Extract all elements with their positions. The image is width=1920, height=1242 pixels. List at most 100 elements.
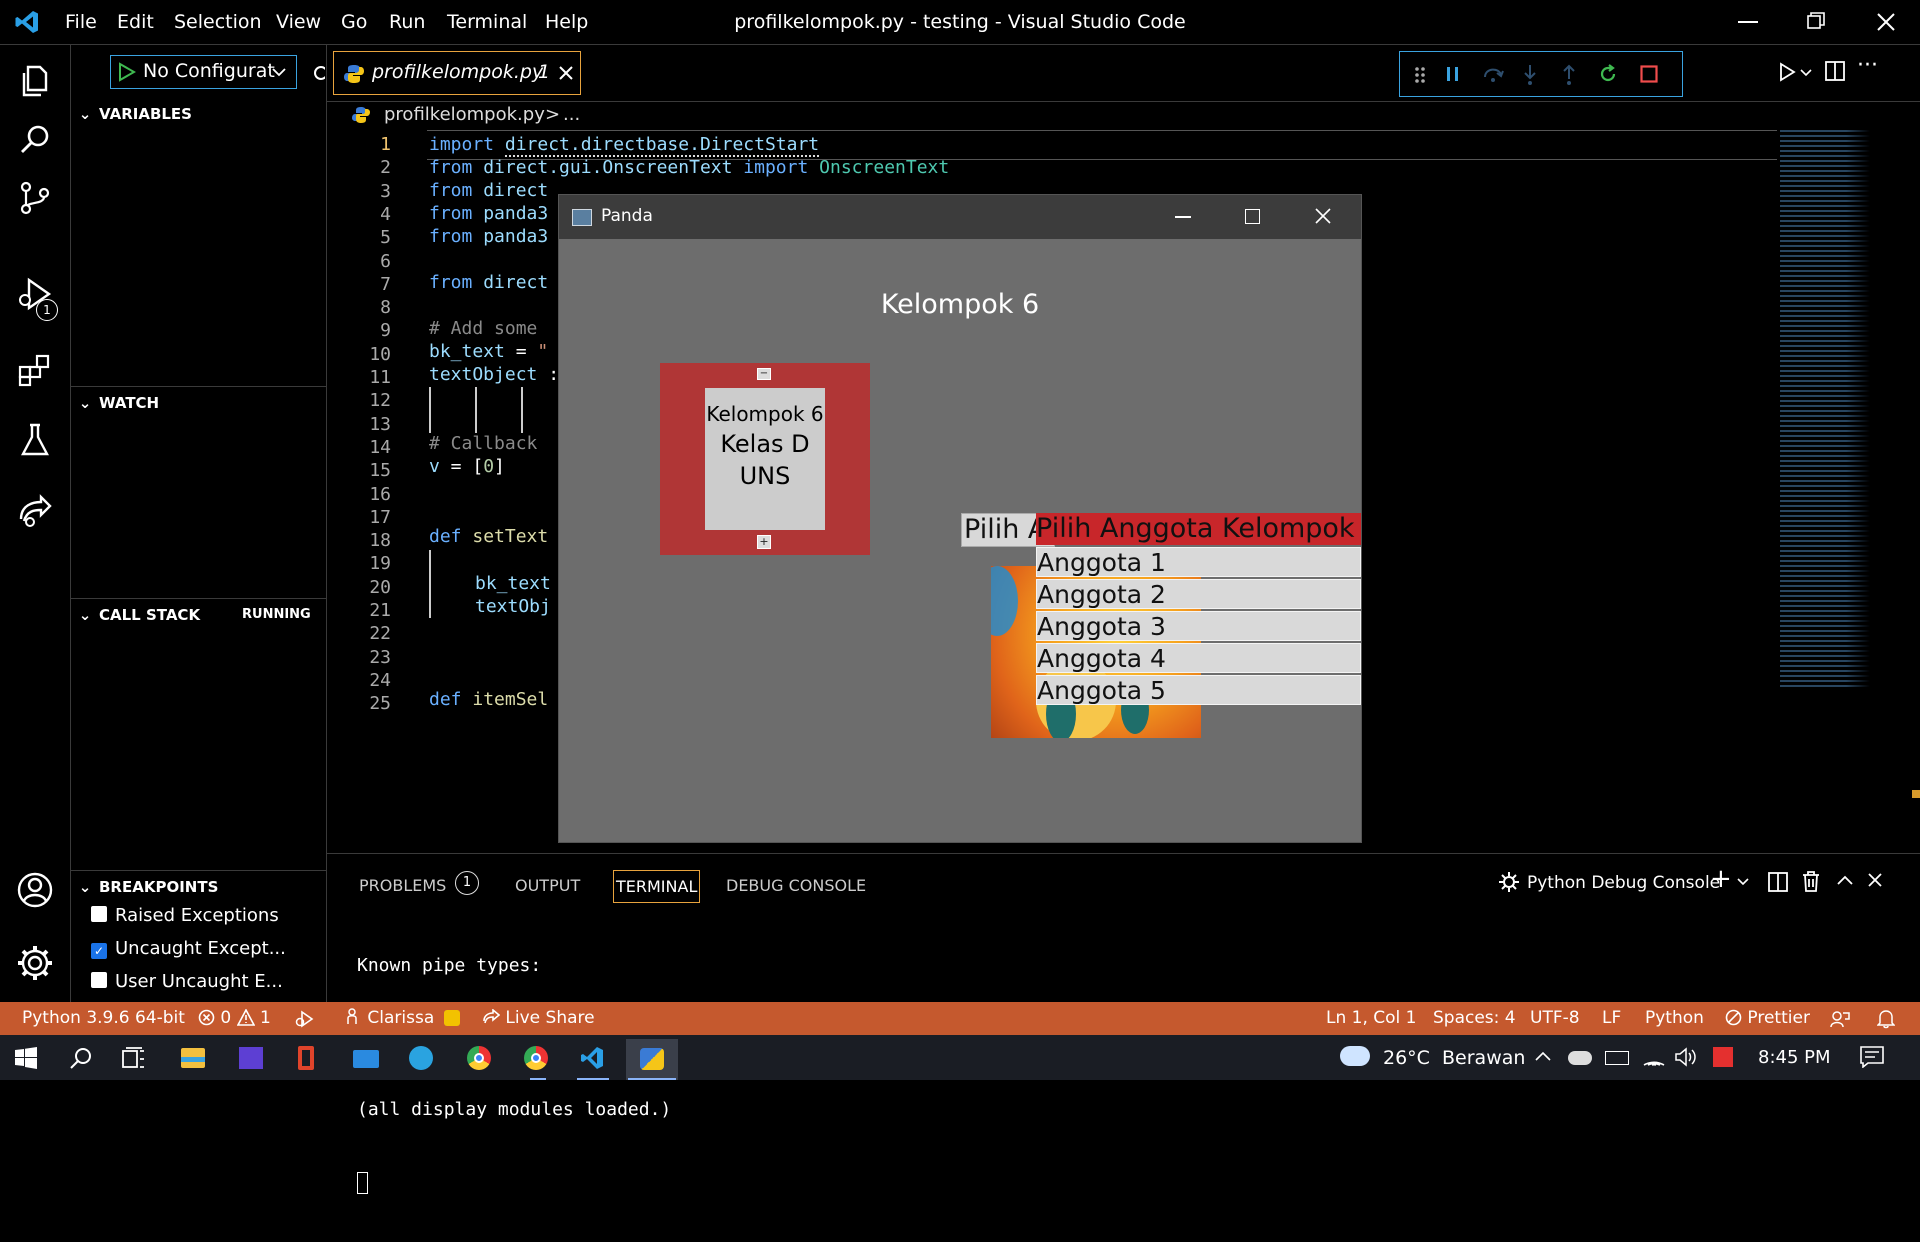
- run-file-icon[interactable]: [1778, 62, 1796, 82]
- checkbox[interactable]: [91, 906, 107, 922]
- tab-debug-console[interactable]: DEBUG CONSOLE: [726, 876, 866, 895]
- checkbox-checked[interactable]: ✓: [91, 943, 107, 959]
- chrome-icon[interactable]: [467, 1046, 491, 1070]
- panda-title-bar[interactable]: Panda: [559, 195, 1361, 239]
- minimize-icon[interactable]: [1738, 21, 1758, 23]
- explorer-icon[interactable]: [15, 61, 55, 101]
- source-control-icon[interactable]: [15, 178, 55, 218]
- menu-edit[interactable]: Edit: [117, 0, 154, 44]
- callstack-section[interactable]: ⌄ CALL STACK RUNNING: [71, 598, 326, 632]
- trash-icon[interactable]: [1802, 871, 1820, 892]
- extensions-icon[interactable]: [15, 350, 55, 390]
- scroll-up-button[interactable]: −: [757, 368, 771, 380]
- breakpoint-item[interactable]: Raised Exceptions: [91, 905, 279, 933]
- variables-section[interactable]: ⌄ VARIABLES: [71, 97, 326, 131]
- accounts-icon[interactable]: [15, 870, 55, 910]
- terminal-selector[interactable]: Python Debug Console: [1527, 873, 1720, 893]
- task-view-icon[interactable]: [122, 1047, 146, 1069]
- step-out-icon[interactable]: [1561, 64, 1577, 86]
- maximize-panel-icon[interactable]: [1837, 875, 1853, 885]
- user-status[interactable]: Clarissa: [346, 1002, 460, 1035]
- step-into-icon[interactable]: [1522, 64, 1538, 86]
- stop-icon[interactable]: [1640, 65, 1658, 83]
- office-icon[interactable]: [298, 1046, 314, 1070]
- tab-output[interactable]: OUTPUT: [515, 876, 580, 895]
- more-actions-icon[interactable]: ···: [1857, 53, 1878, 78]
- debug-run-status-icon[interactable]: [294, 1010, 314, 1028]
- scrollbar-marker[interactable]: [1912, 790, 1920, 798]
- tab-terminal[interactable]: TERMINAL: [613, 870, 701, 903]
- chevron-down-icon[interactable]: [1737, 878, 1749, 886]
- indentation[interactable]: Spaces: 4: [1433, 1002, 1516, 1035]
- feedback-icon[interactable]: [1830, 1010, 1850, 1028]
- volume-icon[interactable]: [1675, 1047, 1697, 1067]
- menu-view[interactable]: View: [276, 0, 321, 44]
- menu-option[interactable]: Anggota 4: [1036, 643, 1361, 673]
- breakpoints-section[interactable]: ⌄ BREAKPOINTS: [71, 870, 326, 904]
- minimap[interactable]: [1780, 130, 1900, 690]
- menu-go[interactable]: Go: [341, 0, 367, 44]
- battery-icon[interactable]: [1605, 1051, 1629, 1065]
- panda-window[interactable]: Panda Kelompok 6 − Kelompok 6 Kelas D UN…: [559, 195, 1361, 842]
- app-visual-studio-icon[interactable]: [239, 1047, 263, 1069]
- menu-terminal[interactable]: Terminal: [447, 0, 527, 44]
- end-of-line[interactable]: LF: [1602, 1002, 1621, 1035]
- mail-icon[interactable]: [353, 1050, 379, 1068]
- menu-option[interactable]: Anggota 2: [1036, 579, 1361, 609]
- close-icon[interactable]: [1876, 12, 1896, 32]
- breadcrumb-more[interactable]: ...: [563, 104, 580, 125]
- breakpoint-item[interactable]: User Uncaught E...: [91, 971, 283, 999]
- notifications-icon[interactable]: [1860, 1046, 1884, 1068]
- panda-maximize-icon[interactable]: [1245, 209, 1260, 224]
- checkbox[interactable]: [91, 972, 107, 988]
- step-over-icon[interactable]: [1482, 65, 1504, 83]
- onedrive-icon[interactable]: [1568, 1051, 1592, 1065]
- debug-settings-gear-icon[interactable]: [311, 63, 325, 81]
- problems-status[interactable]: 0 1: [198, 1002, 271, 1035]
- option-menu-popup[interactable]: Pilih Anggota Kelompok Anggota 1 Anggota …: [1036, 513, 1361, 705]
- option-menu-header[interactable]: Pilih Anggota Kelompok: [1036, 513, 1361, 545]
- encoding[interactable]: UTF-8: [1530, 1002, 1580, 1035]
- split-terminal-icon[interactable]: [1768, 872, 1788, 892]
- run-config-select[interactable]: No Configurat: [110, 55, 297, 89]
- python-taskbar-icon[interactable]: [626, 1039, 678, 1080]
- split-editor-icon[interactable]: [1825, 61, 1845, 81]
- settings-gear-icon[interactable]: [15, 943, 55, 983]
- menu-option[interactable]: Anggota 1: [1036, 547, 1361, 577]
- chevron-up-icon[interactable]: [1535, 1051, 1551, 1061]
- menu-option[interactable]: Anggota 5: [1036, 675, 1361, 705]
- menu-run[interactable]: Run: [389, 0, 425, 44]
- panda-viewport[interactable]: Kelompok 6 − Kelompok 6 Kelas D UNS + Pi…: [559, 239, 1361, 842]
- run-dropdown-chevron-icon[interactable]: [1800, 69, 1812, 77]
- chrome-icon[interactable]: [524, 1046, 548, 1070]
- menu-option[interactable]: Anggota 3: [1036, 611, 1361, 641]
- live-share-icon[interactable]: [15, 493, 55, 533]
- breadcrumb-file[interactable]: profilkelompok.py: [384, 104, 545, 125]
- panda-minimize-icon[interactable]: [1175, 216, 1191, 218]
- telegram-icon[interactable]: [409, 1046, 433, 1070]
- panda-close-icon[interactable]: [1315, 208, 1331, 224]
- scrolled-frame[interactable]: − Kelompok 6 Kelas D UNS +: [660, 363, 870, 555]
- start-debug-icon[interactable]: [116, 62, 136, 82]
- prettier-status[interactable]: Prettier: [1725, 1002, 1810, 1035]
- breakpoint-item[interactable]: ✓ Uncaught Except...: [91, 938, 286, 966]
- python-interpreter[interactable]: Python 3.9.6 64-bit: [22, 1002, 185, 1035]
- language-mode[interactable]: Python: [1645, 1002, 1704, 1035]
- dropbox-icon[interactable]: [1713, 1047, 1733, 1067]
- file-explorer-icon[interactable]: [181, 1048, 205, 1068]
- menu-help[interactable]: Help: [545, 0, 588, 44]
- tab-problems[interactable]: PROBLEMS: [359, 876, 446, 895]
- tab-close-icon[interactable]: [558, 65, 574, 81]
- windows-start-icon[interactable]: [15, 1047, 37, 1069]
- close-panel-icon[interactable]: [1868, 873, 1882, 887]
- live-share-status[interactable]: Live Share: [482, 1002, 595, 1035]
- menu-file[interactable]: File: [65, 0, 97, 44]
- drag-handle-icon[interactable]: [1414, 66, 1426, 84]
- weather-text[interactable]: 26°C Berawan: [1383, 1047, 1525, 1069]
- search-icon[interactable]: [15, 120, 55, 160]
- testing-icon[interactable]: [15, 420, 55, 460]
- clock[interactable]: 8:45 PM: [1758, 1047, 1831, 1068]
- restore-icon[interactable]: [1807, 12, 1825, 30]
- watch-section[interactable]: ⌄ WATCH: [71, 386, 326, 420]
- vscode-taskbar-icon[interactable]: [580, 1046, 604, 1070]
